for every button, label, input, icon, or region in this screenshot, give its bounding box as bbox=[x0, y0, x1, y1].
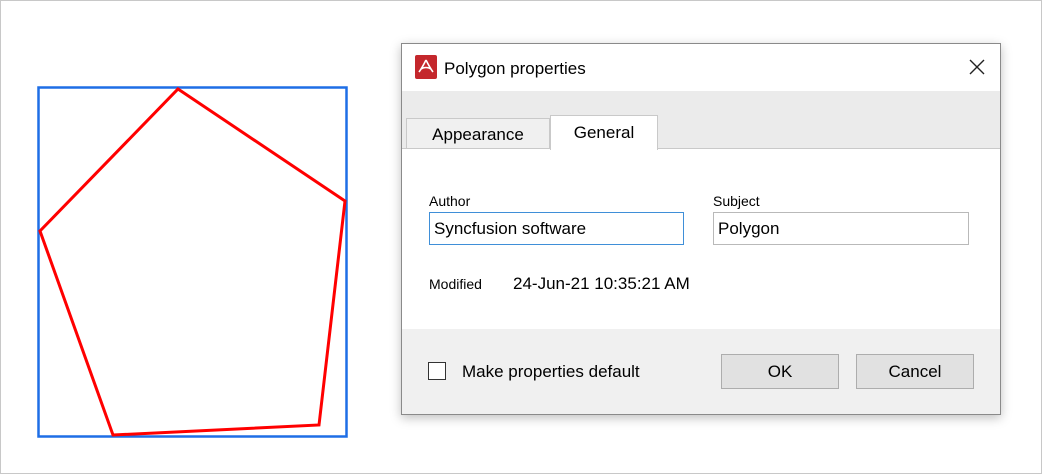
pdf-viewer-icon bbox=[415, 55, 437, 79]
dialog-footer: Make properties default OK Cancel bbox=[402, 329, 1000, 414]
tab-appearance[interactable]: Appearance bbox=[406, 118, 550, 150]
polygon-annotation[interactable] bbox=[38, 87, 347, 437]
modified-label: Modified bbox=[429, 276, 482, 292]
dialog-title: Polygon properties bbox=[444, 59, 586, 78]
subject-input[interactable] bbox=[713, 212, 969, 245]
subject-label: Subject bbox=[713, 193, 760, 209]
annotation-layer bbox=[37, 86, 348, 438]
general-tab-panel: Author Subject Modified 24-Jun-21 10:35:… bbox=[402, 149, 1000, 329]
ok-button[interactable]: OK bbox=[721, 354, 839, 389]
close-icon bbox=[969, 59, 985, 75]
make-default-checkbox[interactable] bbox=[428, 362, 446, 380]
modified-value: 24-Jun-21 10:35:21 AM bbox=[513, 274, 690, 293]
tab-general[interactable]: General bbox=[550, 115, 658, 150]
cancel-button[interactable]: Cancel bbox=[856, 354, 974, 389]
close-button[interactable] bbox=[962, 54, 992, 80]
tab-bar: Appearance General bbox=[402, 91, 1000, 150]
author-label: Author bbox=[429, 193, 471, 209]
author-input[interactable] bbox=[429, 212, 684, 245]
dialog-titlebar: Polygon properties bbox=[402, 44, 1000, 91]
polygon-properties-dialog: Polygon properties Appearance General Au… bbox=[401, 43, 1001, 415]
selection-box[interactable] bbox=[37, 86, 348, 438]
make-default-label: Make properties default bbox=[462, 362, 640, 381]
